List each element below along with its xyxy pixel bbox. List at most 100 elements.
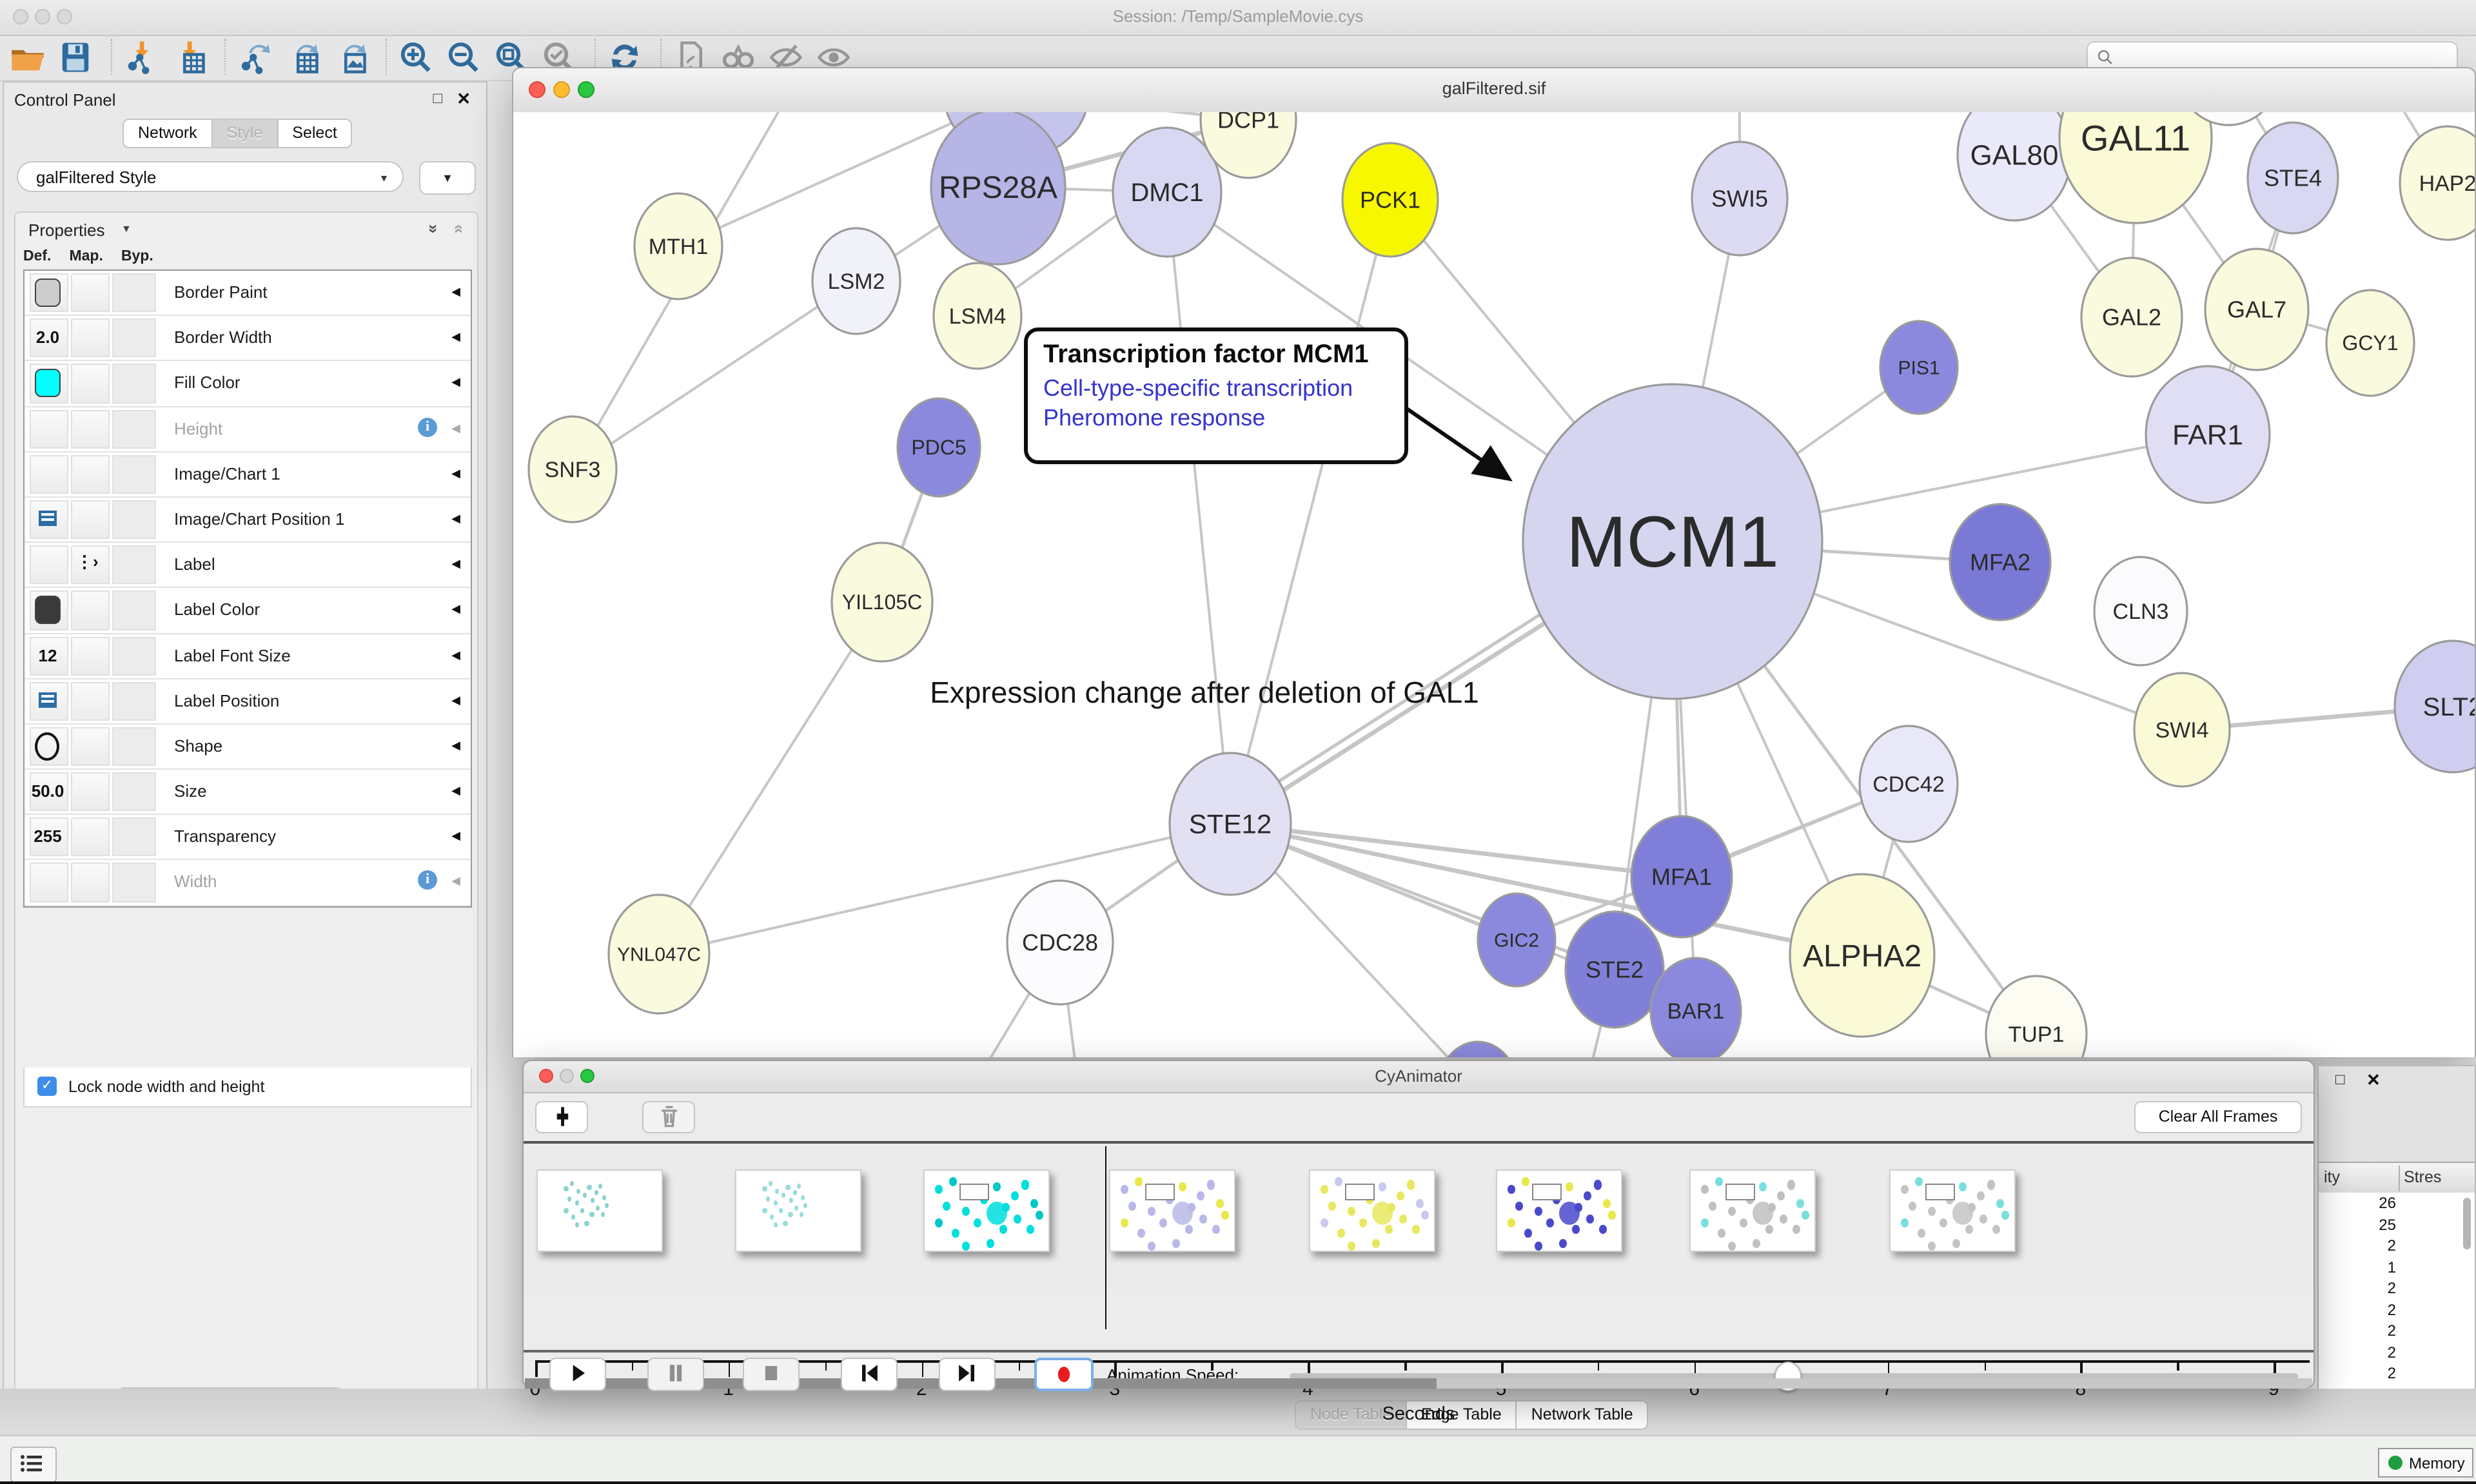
frame-thumbnail-6[interactable] — [1496, 1169, 1622, 1252]
collapse-all-icon[interactable]: » — [447, 224, 467, 233]
color-swatch[interactable] — [35, 369, 61, 398]
table-row[interactable]: 2 — [2319, 1278, 2475, 1299]
expand-property-icon[interactable]: ◀ — [451, 557, 460, 571]
property-row[interactable]: 255Transparency◀ — [25, 815, 471, 861]
property-row[interactable]: Label Position◀ — [25, 679, 471, 724]
expand-property-icon[interactable]: ◀ — [451, 376, 460, 390]
expand-property-icon[interactable]: ◀ — [451, 421, 460, 435]
network-edge[interactable] — [659, 602, 882, 954]
mcm1-annotation[interactable]: Transcription factor MCM1 Cell-type-spec… — [1024, 327, 1408, 464]
table-row[interactable]: 26 — [2319, 1193, 2475, 1214]
skip-end-button[interactable] — [939, 1358, 996, 1391]
zoom-in-icon[interactable] — [398, 40, 433, 75]
tab-network[interactable]: Network — [123, 119, 213, 148]
playhead[interactable] — [1105, 1146, 1106, 1329]
bypass-cell[interactable] — [112, 318, 156, 357]
annotation-link[interactable]: Pheromone response — [1043, 404, 1389, 433]
default-value[interactable]: 2.0 — [27, 327, 68, 347]
network-edge[interactable] — [1167, 192, 1230, 824]
network-edge[interactable] — [573, 281, 856, 469]
bypass-cell[interactable] — [112, 455, 156, 494]
property-row[interactable]: 12Label Font Size◀ — [25, 634, 471, 679]
stop-button[interactable] — [743, 1358, 800, 1391]
table-row[interactable]: 2 — [2319, 1235, 2475, 1256]
frame-thumbnail-2[interactable] — [735, 1169, 861, 1252]
position-icon[interactable] — [39, 511, 57, 526]
expand-property-icon[interactable]: ◀ — [451, 830, 460, 844]
bypass-cell[interactable] — [112, 591, 156, 630]
default-value[interactable]: 50.0 — [27, 781, 68, 801]
table-row[interactable]: 25 — [2319, 1214, 2475, 1235]
network-node-cutb[interactable] — [1438, 1042, 1518, 1057]
clear-all-frames-button[interactable]: Clear All Frames — [2134, 1101, 2302, 1133]
skip-start-button[interactable] — [841, 1358, 898, 1391]
bypass-cell[interactable] — [112, 681, 156, 720]
mapping-cell[interactable] — [71, 409, 110, 448]
mapping-cell[interactable] — [71, 772, 110, 811]
import-table-icon[interactable] — [172, 40, 206, 75]
timeline[interactable]: 0123456789 Seconds — [524, 1144, 2314, 1291]
mapping-cell[interactable] — [71, 591, 110, 630]
default-value[interactable]: 12 — [27, 645, 68, 665]
export-image-icon[interactable] — [333, 40, 368, 75]
expand-property-icon[interactable]: ◀ — [451, 285, 460, 299]
add-frame-button[interactable] — [535, 1101, 588, 1133]
property-row[interactable]: Heighti◀ — [25, 407, 471, 452]
table-panel-close-icon[interactable]: ✕ — [2366, 1070, 2381, 1091]
table-row[interactable]: 2 — [2319, 1342, 2475, 1363]
frame-thumbnail-5[interactable] — [1309, 1169, 1435, 1252]
table-row[interactable]: 2 — [2319, 1299, 2475, 1320]
network-edge[interactable] — [659, 824, 1230, 954]
property-row[interactable]: 50.0Size◀ — [25, 770, 471, 815]
bypass-cell[interactable] — [112, 772, 156, 811]
network-edge[interactable] — [1230, 200, 1390, 824]
mapping-cell[interactable] — [71, 636, 110, 675]
property-row[interactable]: Image/Chart Position 1◀ — [25, 498, 471, 543]
property-row[interactable]: Widthi◀ — [25, 861, 471, 906]
expand-property-icon[interactable]: ◀ — [451, 875, 460, 889]
expand-property-icon[interactable]: ◀ — [451, 693, 460, 707]
bypass-cell[interactable] — [112, 409, 156, 448]
expand-all-icon[interactable]: » — [424, 224, 444, 233]
control-panel-float-icon[interactable]: □ — [433, 89, 443, 107]
network-window-titlebar[interactable]: galFiltered.sif — [513, 68, 2475, 113]
save-session-icon[interactable] — [58, 40, 93, 75]
control-panel-close-icon[interactable]: ✕ — [457, 89, 471, 110]
default-cell[interactable] — [30, 455, 68, 494]
expand-property-icon[interactable]: ◀ — [451, 648, 460, 662]
mapping-cell[interactable] — [71, 500, 110, 539]
bypass-cell[interactable] — [112, 364, 156, 403]
bypass-cell[interactable] — [112, 636, 156, 675]
default-cell[interactable] — [30, 545, 68, 584]
property-row[interactable]: ⋮›Label◀ — [25, 543, 471, 588]
expand-property-icon[interactable]: ◀ — [451, 603, 460, 617]
style-selector[interactable]: galFiltered Style ▾ — [17, 161, 404, 192]
discrete-mapping-icon[interactable]: ⋮› — [76, 552, 99, 572]
default-cell[interactable] — [30, 409, 68, 448]
info-icon[interactable]: i — [418, 417, 437, 436]
lock-size-checkbox[interactable]: ✓ — [37, 1077, 57, 1096]
network-canvas[interactable]: RPS28ADMC1DCP1PCK1MTH1LSM2LSM4SNF3PDC5YI… — [513, 112, 2475, 1057]
cyanimator-titlebar[interactable]: CyAnimator — [524, 1061, 2314, 1093]
pause-button[interactable] — [647, 1358, 704, 1391]
mapping-cell[interactable] — [71, 727, 110, 766]
export-network-icon[interactable] — [237, 40, 272, 75]
expand-property-icon[interactable]: ◀ — [451, 784, 460, 798]
table-panel-float-icon[interactable]: □ — [2335, 1070, 2345, 1088]
property-row[interactable]: Label Color◀ — [25, 589, 471, 634]
record-button[interactable] — [1034, 1358, 1094, 1391]
default-value[interactable]: 255 — [27, 827, 68, 846]
zoom-out-icon[interactable] — [446, 40, 481, 75]
bypass-cell[interactable] — [112, 273, 156, 312]
color-swatch[interactable] — [35, 278, 61, 307]
open-session-icon[interactable] — [10, 40, 45, 75]
bypass-cell[interactable] — [112, 863, 156, 902]
mapping-cell[interactable] — [71, 818, 110, 857]
table-column-ity[interactable]: ity — [2319, 1168, 2399, 1186]
style-options-button[interactable]: ▼ — [419, 161, 476, 195]
table-row[interactable]: 1 — [2319, 1256, 2475, 1278]
export-table-icon[interactable] — [285, 40, 320, 75]
import-network-icon[interactable] — [124, 40, 159, 75]
property-row[interactable]: Fill Color◀ — [25, 362, 471, 407]
position-icon[interactable] — [39, 692, 57, 707]
